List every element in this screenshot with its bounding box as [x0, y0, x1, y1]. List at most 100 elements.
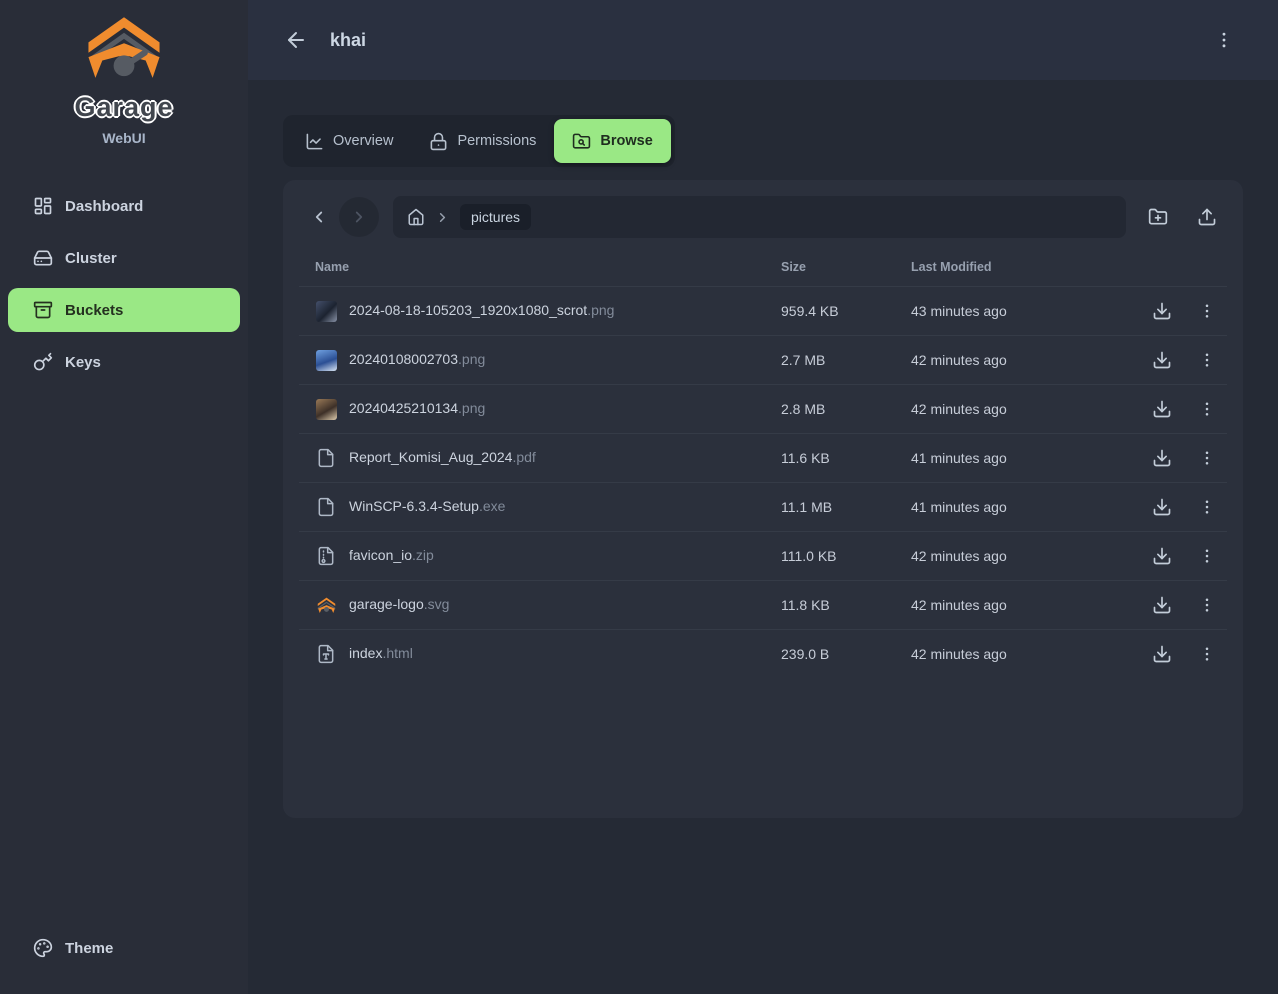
tab-permissions[interactable]: Permissions: [411, 119, 554, 163]
history-forward-button[interactable]: [339, 197, 379, 237]
sidebar-item-buckets[interactable]: Buckets: [8, 288, 240, 332]
download-icon: [1152, 350, 1172, 370]
table-row[interactable]: WinSCP-6.3.4-Setup.exe11.1 MB41 minutes …: [299, 482, 1227, 531]
breadcrumb-folder-chip[interactable]: pictures: [460, 204, 531, 230]
file-modified: 41 minutes ago: [911, 499, 1081, 515]
tab-label: Overview: [333, 133, 393, 149]
file-extension: .png: [458, 400, 485, 416]
thumb-blue-icon: [315, 349, 337, 371]
theme-button[interactable]: Theme: [8, 926, 240, 970]
download-button[interactable]: [1144, 636, 1180, 672]
file-table-header: Name Size Last Modified: [299, 252, 1227, 286]
ellipsis-vertical-icon: [1198, 449, 1216, 467]
table-row[interactable]: favicon_io.zip111.0 KB42 minutes ago: [299, 531, 1227, 580]
thumb-screenshot-icon: [315, 300, 337, 322]
download-button[interactable]: [1144, 391, 1180, 427]
column-header-name: Name: [299, 260, 781, 274]
tab-browse[interactable]: Browse: [554, 119, 670, 163]
file-modified: 42 minutes ago: [911, 352, 1081, 368]
download-icon: [1152, 546, 1172, 566]
chart-line-icon: [305, 132, 324, 151]
download-button[interactable]: [1144, 587, 1180, 623]
download-button[interactable]: [1144, 538, 1180, 574]
file-extension: .png: [458, 351, 485, 367]
file-size: 11.6 KB: [781, 450, 911, 466]
file-modified: 41 minutes ago: [911, 450, 1081, 466]
home-icon[interactable]: [407, 208, 425, 226]
column-header-modified: Last Modified: [911, 260, 1081, 274]
theme-label: Theme: [65, 940, 113, 957]
row-menu-button[interactable]: [1189, 293, 1225, 329]
sidebar-item-label: Keys: [65, 354, 101, 371]
sidebar-item-cluster[interactable]: Cluster: [8, 236, 240, 280]
sidebar-item-dashboard[interactable]: Dashboard: [8, 184, 240, 228]
row-menu-button[interactable]: [1189, 489, 1225, 525]
table-row[interactable]: 20240425210134.png 2.8 MB42 minutes ago: [299, 384, 1227, 433]
file-name: 20240108002703: [349, 351, 458, 367]
ellipsis-vertical-icon: [1198, 351, 1216, 369]
row-menu-button[interactable]: [1189, 342, 1225, 378]
browser-toolbar: pictures: [299, 196, 1227, 238]
download-icon: [1152, 301, 1172, 321]
table-row[interactable]: 2024-08-18-105203_1920x1080_scrot.png959…: [299, 286, 1227, 335]
file-icon: [315, 447, 337, 469]
download-button[interactable]: [1144, 293, 1180, 329]
tab-label: Browse: [600, 133, 652, 149]
file-modified: 42 minutes ago: [911, 401, 1081, 417]
back-button[interactable]: [282, 26, 310, 54]
download-icon: [1152, 497, 1172, 517]
row-menu-button[interactable]: [1189, 391, 1225, 427]
download-icon: [1152, 448, 1172, 468]
row-menu-button[interactable]: [1189, 538, 1225, 574]
file-extension: .html: [382, 645, 412, 661]
ellipsis-vertical-icon: [1198, 547, 1216, 565]
sidebar-item-label: Cluster: [65, 250, 117, 267]
breadcrumb: pictures: [393, 196, 1126, 238]
row-menu-button[interactable]: [1189, 587, 1225, 623]
file-name: 20240425210134: [349, 400, 458, 416]
file-size: 11.1 MB: [781, 499, 911, 515]
file-modified: 43 minutes ago: [911, 303, 1081, 319]
download-button[interactable]: [1144, 342, 1180, 378]
palette-icon: [33, 938, 53, 958]
file-zip-icon: [315, 545, 337, 567]
download-button[interactable]: [1144, 489, 1180, 525]
tab-overview[interactable]: Overview: [287, 119, 411, 163]
download-icon: [1152, 399, 1172, 419]
file-extension: .zip: [412, 547, 434, 563]
file-size: 11.8 KB: [781, 597, 911, 613]
new-folder-button[interactable]: [1138, 197, 1178, 237]
lock-icon: [429, 132, 448, 151]
file-size: 2.8 MB: [781, 401, 911, 417]
row-menu-button[interactable]: [1189, 440, 1225, 476]
bucket-tabs: Overview Permissions Browse: [283, 115, 675, 167]
app-name: Garage: [74, 92, 173, 123]
file-modified: 42 minutes ago: [911, 548, 1081, 564]
file-extension: .svg: [424, 596, 450, 612]
table-row[interactable]: index.html239.0 B42 minutes ago: [299, 629, 1227, 678]
buckets-icon: [33, 300, 53, 320]
sidebar-item-keys[interactable]: Keys: [8, 340, 240, 384]
thumb-warm-icon: [315, 398, 337, 420]
download-button[interactable]: [1144, 440, 1180, 476]
browser-card: pictures Name Size Last Modifie: [283, 180, 1243, 818]
download-icon: [1152, 644, 1172, 664]
file-table: Name Size Last Modified 2024-08-18-10520…: [299, 252, 1227, 678]
folder-plus-icon: [1148, 207, 1168, 227]
file-size: 959.4 KB: [781, 303, 911, 319]
bucket-menu-button[interactable]: [1210, 26, 1238, 54]
history-back-button[interactable]: [299, 197, 339, 237]
table-row[interactable]: Report_Komisi_Aug_2024.pdf11.6 KB41 minu…: [299, 433, 1227, 482]
table-row[interactable]: garage-logo.svg11.8 KB42 minutes ago: [299, 580, 1227, 629]
file-name: Report_Komisi_Aug_2024: [349, 449, 512, 465]
upload-button[interactable]: [1187, 197, 1227, 237]
sidebar: Garage WebUI DashboardClusterBucketsKeys…: [0, 0, 248, 994]
row-menu-button[interactable]: [1189, 636, 1225, 672]
table-row[interactable]: 20240108002703.png2.7 MB42 minutes ago: [299, 335, 1227, 384]
garage-logo-icon: [79, 12, 169, 90]
sidebar-item-label: Dashboard: [65, 198, 143, 215]
upload-icon: [1197, 207, 1217, 227]
keys-icon: [33, 352, 53, 372]
ellipsis-vertical-icon: [1198, 645, 1216, 663]
arrow-left-icon: [284, 28, 308, 52]
